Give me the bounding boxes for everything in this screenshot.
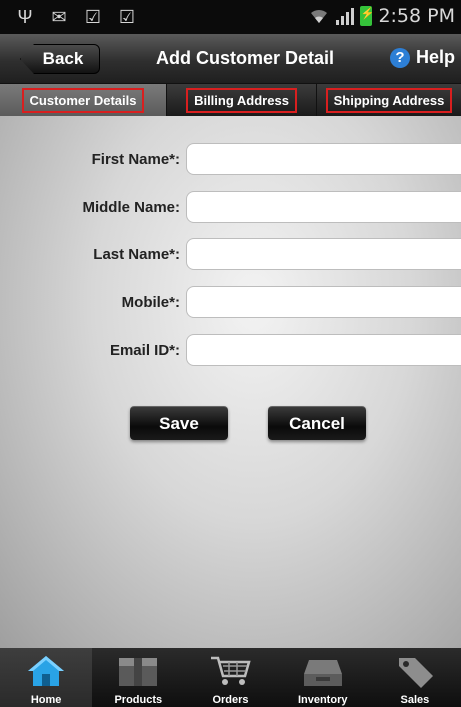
nav-label: Orders [212, 694, 249, 706]
help-icon: ? [389, 47, 410, 68]
tab-billing-address[interactable]: Billing Address [166, 84, 316, 116]
nav-products[interactable]: Products [92, 648, 184, 707]
mobile-field[interactable] [186, 286, 461, 318]
download-done-icon: ☑ [118, 7, 136, 27]
tab-label: Shipping Address [325, 87, 453, 113]
usb-icon: Ψ [17, 7, 33, 27]
first-name-row: First Name*: [0, 143, 461, 177]
title-bar: Back Add Customer Detail ? Help [0, 34, 461, 84]
nav-inventory[interactable]: Inventory [277, 648, 369, 707]
inventory-tray-icon [301, 654, 345, 693]
back-button[interactable]: Back [20, 44, 100, 74]
shopping-cart-icon [209, 654, 253, 693]
home-icon [26, 654, 66, 693]
first-name-label: First Name*: [91, 151, 180, 168]
back-button-label: Back [42, 49, 84, 68]
mobile-label: Mobile*: [121, 294, 180, 311]
nav-label: Inventory [297, 694, 348, 706]
middle-name-label: Middle Name: [82, 199, 180, 216]
tab-label: Customer Details [21, 87, 145, 113]
page-title: Add Customer Detail [155, 48, 335, 68]
mail-icon: ✉ [51, 7, 67, 27]
first-name-field[interactable] [186, 143, 461, 175]
battery-charging-icon [360, 6, 373, 26]
status-bar: Ψ ✉ ☑ ☑ 2:58 PM [0, 0, 461, 34]
price-tag-icon [393, 654, 437, 693]
nav-label: Sales [400, 694, 430, 706]
cancel-button[interactable]: Cancel [268, 406, 366, 440]
last-name-label: Last Name*: [93, 246, 180, 263]
tab-bar: Customer Details Billing Address Shippin… [0, 84, 461, 116]
last-name-row: Last Name*: [0, 238, 461, 272]
wifi-icon [308, 6, 330, 26]
help-button[interactable]: ? Help [389, 47, 455, 68]
nav-home[interactable]: Home [0, 648, 93, 707]
nav-label: Home [30, 694, 62, 706]
nav-label: Products [114, 694, 163, 706]
download-done-icon: ☑ [84, 7, 102, 27]
status-icons-right: 2:58 PM [308, 5, 455, 27]
email-label: Email ID*: [109, 342, 180, 359]
tab-label: Billing Address [186, 87, 297, 113]
email-field[interactable] [186, 334, 461, 366]
signal-icon [336, 7, 355, 25]
last-name-field[interactable] [186, 238, 461, 270]
email-row: Email ID*: [0, 334, 461, 368]
nav-orders[interactable]: Orders [184, 648, 276, 707]
status-icons-left: Ψ ✉ ☑ ☑ [14, 7, 138, 27]
mobile-row: Mobile*: [0, 286, 461, 320]
nav-sales[interactable]: Sales [369, 648, 461, 707]
customer-form: First Name*: Middle Name: Last Name*: Mo… [0, 116, 461, 648]
tab-customer-details[interactable]: Customer Details [0, 84, 166, 116]
status-time: 2:58 PM [378, 5, 455, 27]
products-box-icon [116, 654, 160, 693]
middle-name-row: Middle Name: [0, 191, 461, 225]
middle-name-field[interactable] [186, 191, 461, 223]
tab-shipping-address[interactable]: Shipping Address [316, 84, 461, 116]
save-button[interactable]: Save [130, 406, 228, 440]
bottom-nav: Home Products Orders Inventory Sales [0, 648, 461, 707]
help-label: Help [415, 47, 455, 67]
